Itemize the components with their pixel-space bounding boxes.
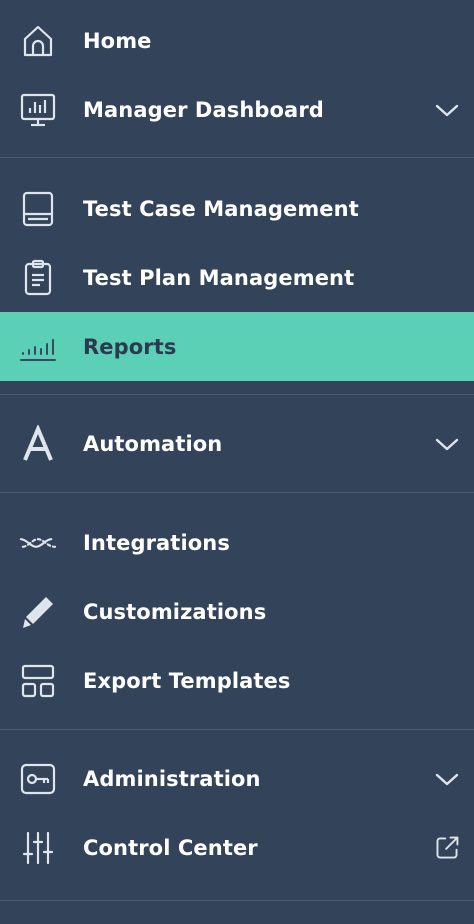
sidebar-item-test-plan-management[interactable]: Test Plan Management — [0, 243, 474, 312]
automation-a-icon — [19, 424, 57, 463]
pencil-icon — [19, 593, 57, 631]
chevron-down-icon[interactable] — [434, 766, 460, 792]
sidebar-item-control-center[interactable]: Control Center — [0, 813, 474, 882]
sidebar-item-label: Test Case Management — [83, 196, 359, 221]
sidebar-item-reports[interactable]: Reports — [0, 312, 474, 381]
sidebar-item-manager-dashboard[interactable]: Manager Dashboard — [0, 75, 474, 144]
divider — [0, 394, 474, 395]
sidebar-item-automation[interactable]: Automation — [0, 409, 474, 478]
sidebar-item-test-case-management[interactable]: Test Case Management — [0, 174, 474, 243]
clipboard-icon — [19, 259, 57, 297]
external-link-icon[interactable] — [434, 835, 460, 861]
integrations-wave-icon — [19, 524, 57, 562]
sliders-icon — [19, 829, 57, 867]
sidebar-item-label: Automation — [83, 431, 223, 456]
divider — [0, 157, 474, 158]
reports-chart-icon — [19, 328, 57, 366]
divider — [0, 900, 474, 901]
sidebar-item-customizations[interactable]: Customizations — [0, 577, 474, 646]
sidebar-item-label: Manager Dashboard — [83, 97, 324, 122]
sidebar-item-export-templates[interactable]: Export Templates — [0, 646, 474, 715]
sidebar-item-label: Control Center — [83, 835, 258, 860]
sidebar-item-label: Integrations — [83, 530, 230, 555]
sidebar-item-integrations[interactable]: Integrations — [0, 508, 474, 577]
chevron-down-icon[interactable] — [434, 431, 460, 457]
sidebar-item-home[interactable]: Home — [0, 6, 474, 75]
sidebar-nav: Home Manager Dashboard Test Case Managem… — [0, 0, 474, 924]
sidebar-item-label: Administration — [83, 766, 261, 791]
sidebar-item-label: Home — [83, 28, 152, 53]
book-icon — [19, 190, 57, 228]
sidebar-item-label: Export Templates — [83, 668, 291, 693]
sidebar-item-label: Customizations — [83, 599, 267, 624]
key-icon — [19, 760, 57, 798]
sidebar-item-label: Reports — [83, 334, 177, 359]
sidebar-item-administration[interactable]: Administration — [0, 744, 474, 813]
templates-grid-icon — [19, 662, 57, 700]
chevron-down-icon[interactable] — [434, 97, 460, 123]
sidebar-item-label: Test Plan Management — [83, 265, 355, 290]
home-icon — [19, 22, 57, 60]
divider — [0, 729, 474, 730]
dashboard-monitor-icon — [19, 91, 57, 129]
divider — [0, 492, 474, 493]
